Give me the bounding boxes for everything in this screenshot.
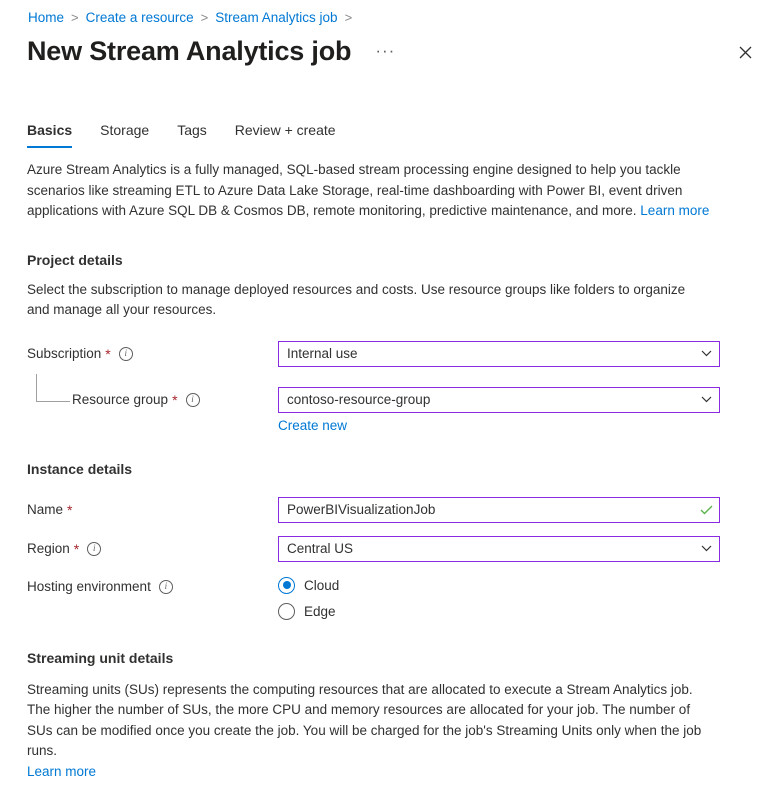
create-new-resource-group-link[interactable]: Create new	[278, 418, 347, 433]
subscription-label: Subscription	[27, 344, 101, 364]
streaming-unit-description-text: Streaming units (SUs) represents the com…	[27, 682, 701, 759]
name-value: PowerBIVisualizationJob	[279, 502, 693, 517]
project-details-description: Select the subscription to manage deploy…	[27, 280, 687, 321]
resource-group-row: Resource group * i contoso-resource-grou…	[27, 387, 751, 413]
hosting-environment-radio-group: Cloud Edge	[278, 577, 339, 620]
instance-details-heading: Instance details	[27, 459, 751, 479]
radio-button-icon	[278, 603, 295, 620]
close-icon	[739, 46, 752, 59]
hosting-environment-label: Hosting environment	[27, 577, 151, 597]
tab-basics[interactable]: Basics	[27, 120, 72, 148]
region-required-marker: *	[74, 539, 79, 559]
close-button[interactable]	[731, 38, 759, 66]
tree-connector-line	[36, 374, 70, 402]
title-row: New Stream Analytics job ···	[27, 34, 395, 68]
tab-review-create[interactable]: Review + create	[235, 120, 336, 148]
info-icon[interactable]: i	[87, 542, 101, 556]
chevron-down-icon	[693, 545, 719, 552]
breadcrumb-separator: >	[201, 8, 209, 28]
region-label-group: Region * i	[27, 539, 278, 559]
radio-label-cloud: Cloud	[304, 578, 339, 593]
resource-group-required-marker: *	[172, 390, 177, 410]
hosting-environment-row: Hosting environment i Cloud Edge	[27, 577, 751, 620]
more-options-icon[interactable]: ···	[375, 41, 395, 61]
radio-option-cloud[interactable]: Cloud	[278, 577, 339, 594]
intro-learn-more-link[interactable]: Learn more	[640, 203, 709, 218]
resource-group-label: Resource group	[72, 390, 168, 410]
breadcrumb-item-create-a-resource[interactable]: Create a resource	[86, 8, 194, 28]
chevron-down-icon	[693, 350, 719, 357]
streaming-unit-details-description: Streaming units (SUs) represents the com…	[27, 680, 707, 783]
radio-label-edge: Edge	[304, 604, 336, 619]
hosting-environment-label-group: Hosting environment i	[27, 577, 278, 597]
resource-group-dropdown[interactable]: contoso-resource-group	[278, 387, 720, 413]
streaming-unit-details-heading: Streaming unit details	[27, 648, 751, 668]
resource-group-value: contoso-resource-group	[279, 392, 693, 407]
new-stream-analytics-job-blade: Home > Create a resource > Stream Analyt…	[0, 0, 779, 796]
intro-description: Azure Stream Analytics is a fully manage…	[27, 160, 717, 222]
breadcrumb-separator: >	[345, 8, 353, 28]
name-label-group: Name *	[27, 500, 278, 520]
name-input[interactable]: PowerBIVisualizationJob	[278, 497, 720, 523]
page-title: New Stream Analytics job	[27, 34, 351, 68]
region-label: Region	[27, 539, 70, 559]
breadcrumb-separator: >	[71, 8, 79, 28]
project-details-heading: Project details	[27, 250, 751, 270]
blade-content: Azure Stream Analytics is a fully manage…	[27, 160, 751, 796]
info-icon[interactable]: i	[119, 347, 133, 361]
breadcrumb: Home > Create a resource > Stream Analyt…	[28, 8, 359, 28]
region-value: Central US	[279, 541, 693, 556]
subscription-label-group: Subscription * i	[27, 344, 278, 364]
subscription-row: Subscription * i Internal use	[27, 341, 751, 367]
tab-tags[interactable]: Tags	[177, 120, 207, 148]
region-dropdown[interactable]: Central US	[278, 536, 720, 562]
breadcrumb-item-stream-analytics-job[interactable]: Stream Analytics job	[215, 8, 337, 28]
radio-option-edge[interactable]: Edge	[278, 603, 339, 620]
region-row: Region * i Central US	[27, 536, 751, 562]
chevron-down-icon	[693, 396, 719, 403]
tab-bar: Basics Storage Tags Review + create	[27, 120, 364, 148]
subscription-required-marker: *	[105, 344, 110, 364]
subscription-value: Internal use	[279, 346, 693, 361]
name-label: Name	[27, 500, 63, 520]
checkmark-icon	[693, 505, 719, 515]
subscription-dropdown[interactable]: Internal use	[278, 341, 720, 367]
streaming-unit-learn-more-link[interactable]: Learn more	[27, 764, 96, 779]
tab-storage[interactable]: Storage	[100, 120, 149, 148]
info-icon[interactable]: i	[186, 393, 200, 407]
breadcrumb-item-home[interactable]: Home	[28, 8, 64, 28]
name-required-marker: *	[67, 500, 72, 520]
intro-text: Azure Stream Analytics is a fully manage…	[27, 162, 682, 218]
info-icon[interactable]: i	[159, 580, 173, 594]
name-row: Name * PowerBIVisualizationJob	[27, 497, 751, 523]
radio-button-icon	[278, 577, 295, 594]
